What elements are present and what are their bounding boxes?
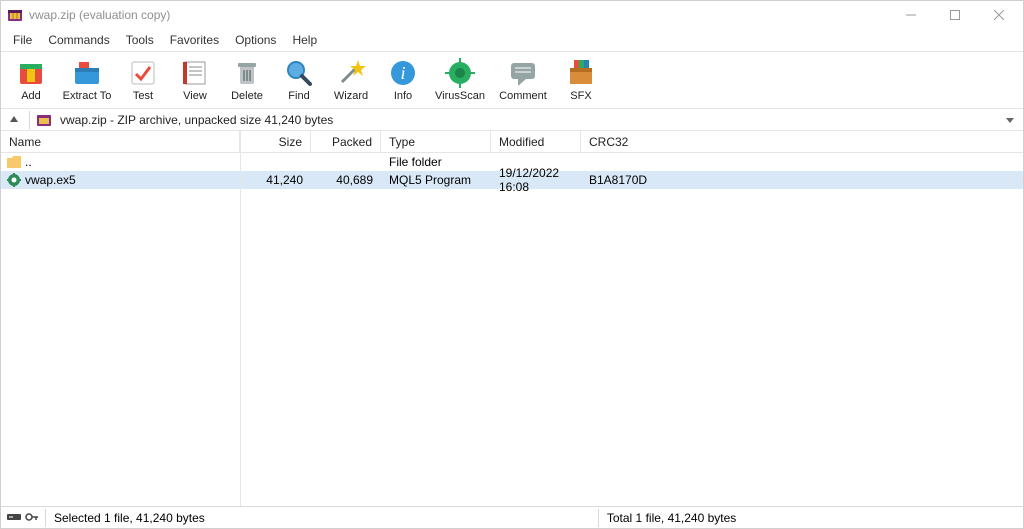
comment-icon [506, 56, 540, 90]
menu-help[interactable]: Help [284, 31, 325, 49]
cell-type: File folder [381, 155, 491, 169]
toolbar-label: Extract To [63, 90, 112, 102]
view-icon [178, 56, 212, 90]
maximize-button[interactable] [933, 1, 977, 29]
address-dropdown[interactable] [1001, 115, 1019, 125]
toolbar-label: Wizard [334, 90, 368, 102]
row-file[interactable]: vwap.ex5 [1, 171, 240, 189]
cell-modified: 19/12/2022 16:08 [491, 166, 581, 194]
test-icon [126, 56, 160, 90]
row-file-details[interactable]: 41,240 40,689 MQL5 Program 19/12/2022 16… [241, 171, 1023, 189]
cell-crc: B1A8170D [581, 173, 651, 187]
titlebar: vwap.zip (evaluation copy) [1, 1, 1023, 29]
col-packed[interactable]: Packed [311, 131, 381, 152]
add-button[interactable]: Add [7, 54, 55, 104]
wizard-button[interactable]: Wizard [327, 54, 375, 104]
menu-commands[interactable]: Commands [40, 31, 117, 49]
extract-to-button[interactable]: Extract To [59, 54, 115, 104]
menu-file[interactable]: File [5, 31, 40, 49]
info-button[interactable]: i Info [379, 54, 427, 104]
toolbar-label: Test [133, 90, 153, 102]
status-icons [1, 511, 45, 525]
virus-scan-icon [443, 56, 477, 90]
test-button[interactable]: Test [119, 54, 167, 104]
row-parent-folder[interactable]: .. [1, 153, 240, 171]
menubar: File Commands Tools Favorites Options He… [1, 29, 1023, 51]
minimize-button[interactable] [889, 1, 933, 29]
toolbar-label: Info [394, 90, 412, 102]
sfx-button[interactable]: SFX [557, 54, 605, 104]
find-icon [282, 56, 316, 90]
toolbar-label: View [183, 90, 207, 102]
statusbar: Selected 1 file, 41,240 bytes Total 1 fi… [1, 506, 1023, 528]
toolbar-label: SFX [570, 90, 591, 102]
col-type[interactable]: Type [381, 131, 491, 152]
close-button[interactable] [977, 1, 1021, 29]
svg-text:i: i [400, 63, 405, 83]
cell-packed: 40,689 [311, 173, 381, 187]
disk-icon [7, 511, 21, 525]
key-icon [25, 511, 39, 525]
col-modified[interactable]: Modified [491, 131, 581, 152]
mql5-icon [7, 173, 21, 187]
menu-favorites[interactable]: Favorites [162, 31, 227, 49]
addressbar: vwap.zip - ZIP archive, unpacked size 41… [1, 109, 1023, 131]
archive-icon [36, 112, 52, 128]
separator [29, 111, 30, 129]
details-pane: Size Packed Type Modified CRC32 File fol… [241, 131, 1023, 506]
menu-options[interactable]: Options [227, 31, 284, 49]
col-size[interactable]: Size [241, 131, 311, 152]
cell-size: 41,240 [241, 173, 311, 187]
app-window: vwap.zip (evaluation copy) File Commands… [0, 0, 1024, 529]
col-crc[interactable]: CRC32 [581, 131, 651, 152]
status-total: Total 1 file, 41,240 bytes [599, 511, 1023, 525]
winrar-icon [7, 7, 23, 23]
window-title: vwap.zip (evaluation copy) [29, 8, 170, 22]
find-button[interactable]: Find [275, 54, 323, 104]
status-selected: Selected 1 file, 41,240 bytes [46, 511, 598, 525]
toolbar: Add Extract To Test [1, 51, 1023, 109]
view-button[interactable]: View [171, 54, 219, 104]
add-icon [14, 56, 48, 90]
up-button[interactable] [5, 111, 23, 129]
toolbar-label: Find [288, 90, 309, 102]
folder-icon [7, 156, 21, 168]
delete-icon [230, 56, 264, 90]
sfx-icon [564, 56, 598, 90]
virus-scan-button[interactable]: VirusScan [431, 54, 489, 104]
name-pane: Name .. [1, 131, 241, 506]
menu-tools[interactable]: Tools [118, 31, 162, 49]
column-header-right: Size Packed Type Modified CRC32 [241, 131, 1023, 153]
info-icon: i [386, 56, 420, 90]
row-parent-folder-details[interactable]: File folder [241, 153, 1023, 171]
cell-type: MQL5 Program [381, 173, 491, 187]
row-name: vwap.ex5 [25, 173, 76, 187]
content: Name .. [1, 131, 1023, 506]
delete-button[interactable]: Delete [223, 54, 271, 104]
toolbar-label: VirusScan [435, 90, 485, 102]
col-name[interactable]: Name [1, 131, 240, 152]
address-path[interactable]: vwap.zip - ZIP archive, unpacked size 41… [58, 113, 995, 127]
extract-icon [70, 56, 104, 90]
toolbar-label: Comment [499, 90, 547, 102]
wizard-icon [334, 56, 368, 90]
comment-button[interactable]: Comment [493, 54, 553, 104]
row-name: .. [25, 155, 32, 169]
toolbar-label: Add [21, 90, 41, 102]
column-header-left: Name [1, 131, 240, 153]
toolbar-label: Delete [231, 90, 263, 102]
